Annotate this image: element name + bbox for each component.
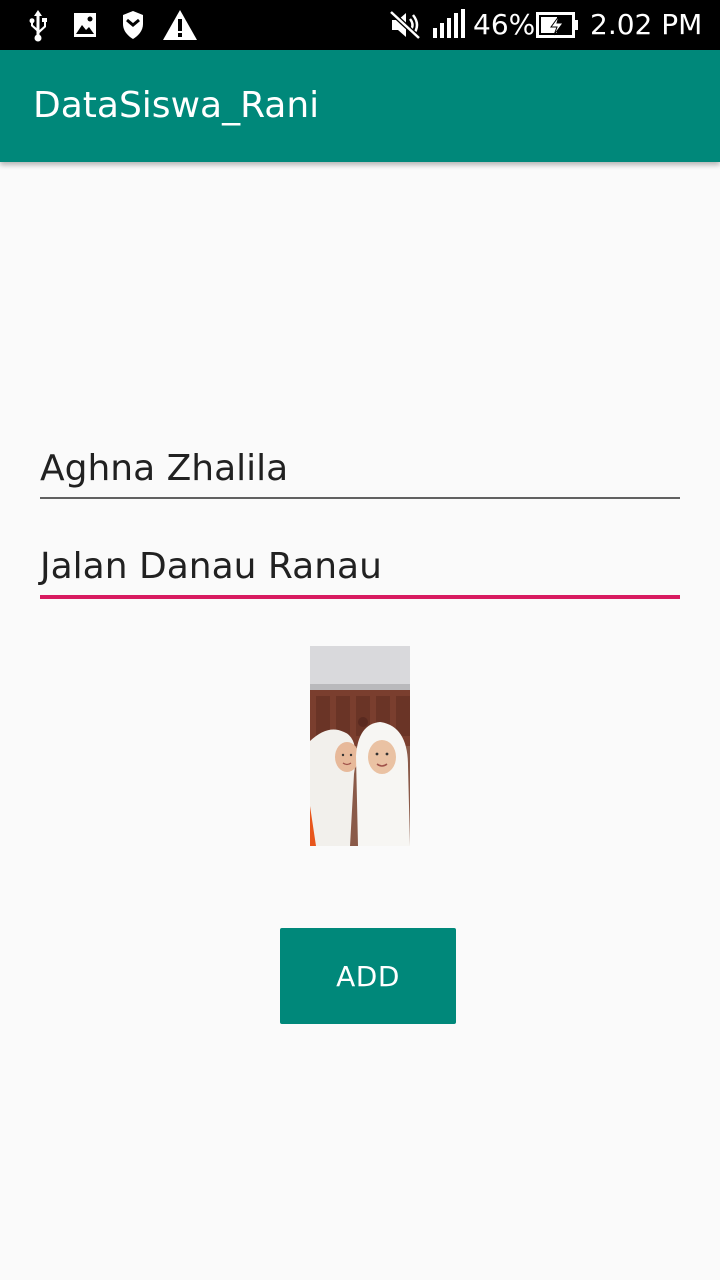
shield-icon: [123, 11, 143, 39]
name-field-value: Aghna Zhalila: [40, 448, 289, 489]
battery-percent: 46%: [473, 8, 536, 41]
student-photo[interactable]: [310, 646, 410, 846]
clock-time: 2.02 PM: [590, 8, 703, 41]
mute-icon: [389, 10, 421, 40]
app-title: DataSiswa_Rani: [33, 85, 320, 126]
address-field-underline: [40, 595, 680, 599]
image-icon: [74, 13, 96, 37]
battery-charging-icon: [536, 12, 578, 38]
app-bar: DataSiswa_Rani: [0, 50, 720, 162]
address-field[interactable]: Jalan Danau Ranau: [40, 544, 680, 602]
name-field-underline: [40, 497, 680, 499]
student-photo-image: [310, 646, 410, 846]
usb-icon: [29, 10, 47, 42]
signal-icon: [433, 9, 465, 38]
address-field-value: Jalan Danau Ranau: [40, 546, 382, 587]
add-button[interactable]: ADD: [280, 928, 456, 1024]
warning-icon: [163, 10, 197, 40]
status-bar: 46% 2.02 PM: [0, 0, 720, 50]
name-field[interactable]: Aghna Zhalila: [40, 446, 680, 502]
